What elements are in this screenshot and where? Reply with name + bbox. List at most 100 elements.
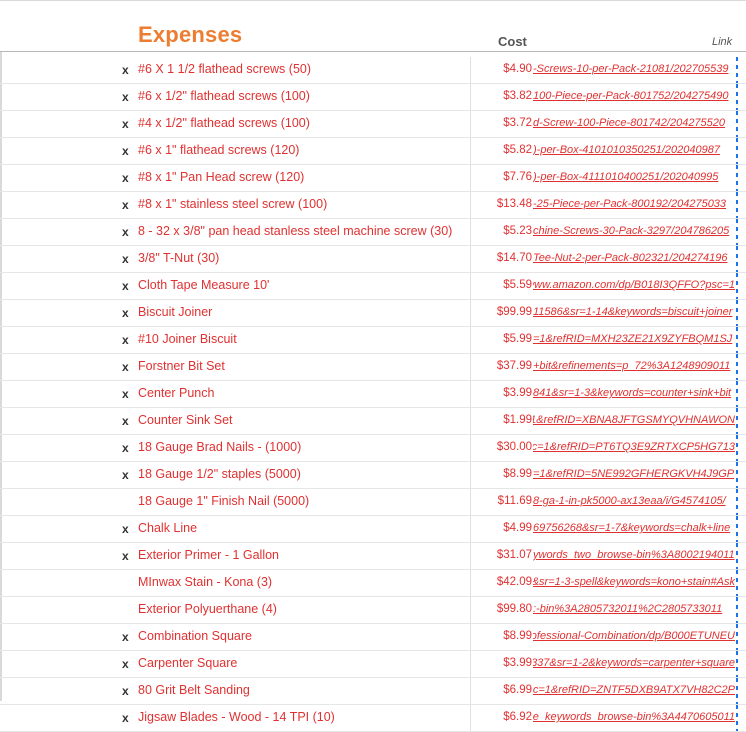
link-text[interactable]: d-Screw-100-Piece-801742/204275520 <box>533 117 725 129</box>
link-text[interactable]: 100-Piece-per-Pack-801752/204275490 <box>533 90 729 102</box>
item-name-cell[interactable]: #8 x 1" stainless steel screw (100) <box>138 197 327 211</box>
link-column-header[interactable]: Link <box>712 36 732 48</box>
purchased-mark[interactable]: x <box>122 441 132 455</box>
item-name-cell[interactable]: Combination Square <box>138 629 252 643</box>
link-cell[interactable]: c=1&refRID=ZNTF5DXB9ATX7VH82C2P <box>533 684 735 696</box>
table-row[interactable]: x #6 x 1/2" flathead screws (100) $3.82 100… <box>0 84 746 111</box>
purchased-mark[interactable]: x <box>122 630 132 644</box>
link-cell[interactable]: -25-Piece-per-Pack-800192/204275033 <box>533 198 735 210</box>
purchased-mark[interactable]: x <box>122 414 132 428</box>
link-cell[interactable]: =1&refRID=MXH23ZE21X9ZYFBQM1SJ <box>533 333 735 345</box>
link-text[interactable]: )-per-Box-4101010350251/202040987 <box>533 144 720 156</box>
link-text[interactable]: Tee-Nut-2-per-Pack-802321/204274196 <box>533 252 727 264</box>
purchased-mark[interactable]: x <box>122 225 132 239</box>
table-row[interactable]: x 3/8" T-Nut (30) $14.70 Tee-Nut-2-per-Pack… <box>0 246 746 273</box>
link-cell[interactable]: -Screws-10-per-Pack-21081/202705539 <box>533 63 735 75</box>
link-text[interactable]: =1&refRID=5NE992GFHERGKVH4J9GP <box>533 468 734 480</box>
cost-cell[interactable]: $99.80 <box>497 603 532 615</box>
link-cell[interactable]: :-bin%3A2805732011%2C2805733011 <box>533 603 735 615</box>
item-name-cell[interactable]: 80 Grit Belt Sanding <box>138 683 250 697</box>
table-row[interactable]: x Forstner Bit Set $37.99 +bit&refinements=… <box>0 354 746 381</box>
item-name-cell[interactable]: Cloth Tape Measure 10' <box>138 278 269 292</box>
table-row[interactable]: x Exterior Primer - 1 Gallon $31.07 ywords_… <box>0 543 746 570</box>
link-text[interactable]: +bit&refinements=p_72%3A1248909011 <box>533 360 730 372</box>
cost-cell[interactable]: $3.72 <box>503 117 532 129</box>
purchased-mark[interactable]: x <box>122 360 132 374</box>
link-text[interactable]: e_keywords_browse-bin%3A4470605011 <box>533 711 735 723</box>
purchased-mark[interactable]: x <box>122 117 132 131</box>
cost-cell[interactable]: $4.99 <box>503 522 532 534</box>
link-text[interactable]: &sr=1-3-spell&keywords=kono+stain#Ask <box>533 576 735 588</box>
purchased-mark[interactable]: x <box>122 333 132 347</box>
cost-column-header[interactable]: Cost <box>498 34 527 49</box>
item-name-cell[interactable]: Forstner Bit Set <box>138 359 225 373</box>
purchased-mark[interactable]: x <box>122 387 132 401</box>
link-text[interactable]: www.amazon.com/dp/B018I3QFFO?psc=1 <box>533 279 735 291</box>
cost-cell[interactable]: $13.48 <box>497 198 532 210</box>
link-text[interactable]: chine-Screws-30-Pack-3297/204786205 <box>533 225 729 237</box>
item-name-cell[interactable]: 3/8" T-Nut (30) <box>138 251 219 265</box>
table-row[interactable]: Exterior Polyuerthane (4) $99.80:-bin%3A2… <box>0 597 746 624</box>
cost-cell[interactable]: $6.92 <box>503 711 532 723</box>
cost-cell[interactable]: $5.99 <box>503 333 532 345</box>
cost-cell[interactable]: $3.82 <box>503 90 532 102</box>
table-row[interactable]: x #8 x 1" Pan Head screw (120) $7.76)-per-… <box>0 165 746 192</box>
table-row[interactable]: x #8 x 1" stainless steel screw (100) $13.… <box>0 192 746 219</box>
cost-cell[interactable]: $14.70 <box>497 252 532 264</box>
link-text[interactable]: )-per-Box-4111010400251/202040995 <box>533 171 718 183</box>
cost-cell[interactable]: $99.99 <box>497 306 532 318</box>
purchased-mark[interactable]: x <box>122 279 132 293</box>
item-name-cell[interactable]: Chalk Line <box>138 521 197 535</box>
item-name-cell[interactable]: Biscuit Joiner <box>138 305 212 319</box>
cost-cell[interactable]: $11.69 <box>498 495 532 507</box>
table-row[interactable]: x Combination Square $8.99 ofessional-Combi… <box>0 624 746 651</box>
link-cell[interactable]: Tee-Nut-2-per-Pack-802321/204274196 <box>533 252 735 264</box>
cost-cell[interactable]: $6.99 <box>503 684 532 696</box>
purchased-mark[interactable]: x <box>122 198 132 212</box>
link-text[interactable]: ofessional-Combination/dp/B000ETUNEU <box>533 630 735 642</box>
link-cell[interactable]: +bit&refinements=p_72%3A1248909011 <box>533 360 735 372</box>
link-text[interactable]: 8-ga-1-in-pk5000-ax13eaa/i/G4574105/ <box>533 495 726 507</box>
item-name-cell[interactable]: #6 X 1 1/2 flathead screws (50) <box>138 62 311 76</box>
purchased-mark[interactable]: x <box>122 684 132 698</box>
link-text[interactable]: 337&sr=1-2&keywords=carpenter+square <box>533 657 735 669</box>
purchased-mark[interactable]: x <box>122 549 132 563</box>
cost-cell[interactable]: $5.59 <box>503 279 532 291</box>
link-text[interactable]: :1&refRID=XBNA8JFTGSMYQVHNAWON <box>533 414 735 426</box>
table-row[interactable]: x 18 Gauge 1/2" staples (5000) $8.99 =1&ref… <box>0 462 746 489</box>
link-cell[interactable]: 8-ga-1-in-pk5000-ax13eaa/i/G4574105/ <box>533 495 735 507</box>
table-row[interactable]: x 18 Gauge Brad Nails - (1000) $30.00 c=1&r… <box>0 435 746 462</box>
purchased-mark[interactable]: x <box>122 144 132 158</box>
table-row[interactable]: x Cloth Tape Measure 10' $5.59 www.amazon.c… <box>0 273 746 300</box>
purchased-mark[interactable]: x <box>122 90 132 104</box>
table-row[interactable]: x #6 X 1 1/2 flathead screws (50) $4.90 -Sc… <box>0 57 746 84</box>
item-name-cell[interactable]: 18 Gauge 1/2" staples (5000) <box>138 467 301 481</box>
item-name-cell[interactable]: Center Punch <box>138 386 214 400</box>
link-cell[interactable]: c=1&refRID=PT6TQ3E9ZRTXCP5HG713 <box>533 441 735 453</box>
table-row[interactable]: 18 Gauge 1" Finish Nail (5000) $11.69 8-ga… <box>0 489 746 516</box>
item-name-cell[interactable]: Exterior Polyuerthane (4) <box>138 602 277 616</box>
cost-cell[interactable]: $5.82 <box>503 144 532 156</box>
purchased-mark[interactable]: x <box>122 252 132 266</box>
item-name-cell[interactable]: #10 Joiner Biscuit <box>138 332 237 346</box>
purchased-mark[interactable]: x <box>122 171 132 185</box>
cost-cell[interactable]: $1.99 <box>503 414 532 426</box>
link-text[interactable]: c=1&refRID=ZNTF5DXB9ATX7VH82C2P <box>533 684 735 696</box>
table-row[interactable]: x 8 - 32 x 3/8" pan head stanless steel m… <box>0 219 746 246</box>
link-cell[interactable]: )-per-Box-4111010400251/202040995 <box>533 171 735 183</box>
table-row[interactable]: x Chalk Line $4.99 69756268&sr=1-7&keywords… <box>0 516 746 543</box>
table-row[interactable]: x Biscuit Joiner $99.99 11586&sr=1-14&keywo… <box>0 300 746 327</box>
item-name-cell[interactable]: MInwax Stain - Kona (3) <box>138 575 272 589</box>
cost-cell[interactable]: $8.99 <box>503 630 532 642</box>
table-row[interactable]: x #4 x 1/2" flathead screws (100) $3.72 d-S… <box>0 111 746 138</box>
table-row[interactable]: MInwax Stain - Kona (3) $42.09 &sr=1-3-spe… <box>0 570 746 597</box>
link-cell[interactable]: 11586&sr=1-14&keywords=biscuit+joiner <box>533 306 735 318</box>
cost-cell[interactable]: $42.09 <box>497 576 532 588</box>
link-text[interactable]: 841&sr=1-3&keywords=counter+sink+bit <box>533 387 731 399</box>
cost-cell[interactable]: $3.99 <box>503 387 532 399</box>
item-name-cell[interactable]: Carpenter Square <box>138 656 237 670</box>
link-text[interactable]: 69756268&sr=1-7&keywords=chalk+line <box>533 522 730 534</box>
link-cell[interactable]: )-per-Box-4101010350251/202040987 <box>533 144 735 156</box>
table-row[interactable]: x Center Punch $3.99 841&sr=1-3&keywords=co… <box>0 381 746 408</box>
item-name-cell[interactable]: #8 x 1" Pan Head screw (120) <box>138 170 304 184</box>
